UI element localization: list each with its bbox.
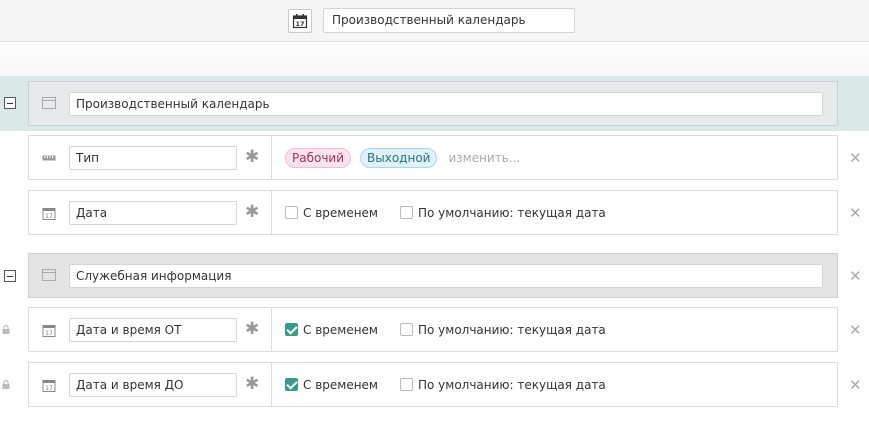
delete-field-button[interactable]: ✕ xyxy=(849,378,862,393)
field-row: 17 Дата и время ОТ ✱ С временем По умолч… xyxy=(28,307,838,352)
required-toggle-icon[interactable]: ✱ xyxy=(245,149,259,166)
calendar-icon: 17 xyxy=(292,14,308,29)
divider xyxy=(271,363,272,406)
calendar-icon: 17 xyxy=(42,208,56,220)
section-title-input[interactable]: Производственный календарь xyxy=(69,92,823,116)
field-options: С временем По умолчанию: текущая дата xyxy=(285,191,628,234)
field-name-input[interactable]: Дата и время ОТ xyxy=(69,318,237,342)
ruler-icon xyxy=(42,155,56,161)
with-time-label: С временем xyxy=(303,205,378,220)
default-today-option[interactable]: По умолчанию: текущая дата xyxy=(399,322,606,337)
tag-working: Рабочий xyxy=(285,147,352,168)
header-shadow xyxy=(0,42,869,76)
field-options: С временем По умолчанию: текущая дата xyxy=(285,363,628,406)
default-today-checkbox[interactable] xyxy=(399,206,413,219)
default-today-label: По умолчанию: текущая дата xyxy=(417,205,606,220)
calendar-icon: 17 xyxy=(42,325,56,337)
required-toggle-icon[interactable]: ✱ xyxy=(245,321,259,338)
with-time-option[interactable]: С временем xyxy=(285,378,378,392)
with-time-checkbox[interactable] xyxy=(285,378,298,391)
default-today-label: По умолчанию: текущая дата xyxy=(417,322,606,337)
with-time-checkbox[interactable] xyxy=(285,323,298,336)
calendar-icon: 17 xyxy=(42,380,56,392)
default-today-option[interactable]: По умолчанию: текущая дата xyxy=(399,205,606,220)
field-name-input[interactable]: Тип xyxy=(69,146,237,170)
svg-text:17: 17 xyxy=(45,385,53,392)
delete-field-button[interactable]: ✕ xyxy=(849,323,862,338)
divider xyxy=(271,136,272,179)
tag-dayoff: Выходной xyxy=(360,147,438,168)
delete-field-button[interactable]: ✕ xyxy=(849,151,862,166)
field-name-input[interactable]: Дата и время ДО xyxy=(69,373,237,397)
with-time-option[interactable]: С временем xyxy=(285,323,378,337)
section-header: Производственный календарь xyxy=(28,81,838,126)
svg-text:17: 17 xyxy=(295,20,304,28)
default-today-option[interactable]: По умолчанию: текущая дата xyxy=(399,377,606,392)
with-time-label: С временем xyxy=(303,322,378,337)
with-time-option[interactable]: С временем xyxy=(285,206,378,220)
field-row: 17 Дата и время ДО ✱ С временем По умолч… xyxy=(28,362,838,407)
header-bar: 17 Производственный календарь xyxy=(0,0,869,42)
default-today-checkbox[interactable] xyxy=(399,323,413,336)
required-toggle-icon[interactable]: ✱ xyxy=(245,204,259,221)
collapse-section-button[interactable] xyxy=(4,270,16,282)
svg-text:17: 17 xyxy=(45,213,53,220)
field-options: Рабочий Выходной изменить... xyxy=(285,136,520,179)
section-title-input[interactable]: Служебная информация xyxy=(69,264,823,288)
delete-field-button[interactable]: ✕ xyxy=(849,206,862,221)
default-today-label: По умолчанию: текущая дата xyxy=(417,377,606,392)
edit-tags-link[interactable]: изменить... xyxy=(448,151,520,165)
default-today-checkbox[interactable] xyxy=(399,378,413,391)
field-row: 17 Дата ✱ С временем По умолчанию: текущ… xyxy=(28,190,838,235)
divider xyxy=(271,308,272,351)
lock-icon xyxy=(2,325,10,334)
section-header: Служебная информация xyxy=(28,253,838,298)
delete-section-button[interactable]: ✕ xyxy=(849,269,862,284)
lock-icon xyxy=(2,380,10,389)
calendar-icon-button[interactable]: 17 xyxy=(288,9,312,33)
field-name-input[interactable]: Дата xyxy=(69,201,237,225)
required-toggle-icon[interactable]: ✱ xyxy=(245,376,259,393)
divider xyxy=(271,191,272,234)
section-icon xyxy=(42,97,56,109)
svg-text:17: 17 xyxy=(45,330,53,337)
with-time-label: С временем xyxy=(303,377,378,392)
with-time-checkbox[interactable] xyxy=(285,206,298,219)
field-options: С временем По умолчанию: текущая дата xyxy=(285,308,628,351)
calendar-title-input[interactable]: Производственный календарь xyxy=(323,8,575,33)
collapse-section-button[interactable] xyxy=(4,97,16,109)
section-icon xyxy=(42,269,56,281)
field-row: Тип ✱ Рабочий Выходной изменить... xyxy=(28,135,838,180)
